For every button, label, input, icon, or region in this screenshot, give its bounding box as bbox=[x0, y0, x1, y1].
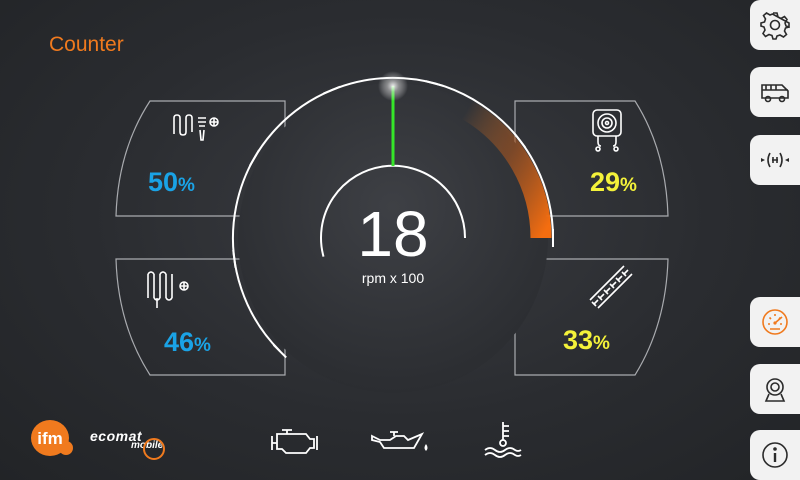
speedometer-icon bbox=[762, 309, 788, 335]
settings-button[interactable] bbox=[750, 0, 800, 50]
axle-icon bbox=[761, 152, 789, 168]
info-button[interactable] bbox=[750, 430, 800, 480]
ecomat-mobile-logo: ecomat mobile bbox=[90, 428, 170, 462]
rpm-gauge: 18 rpm x 100 bbox=[232, 71, 554, 393]
gauge-tick bbox=[425, 80, 444, 87]
gauge-needle-tip bbox=[378, 71, 408, 101]
camera-button[interactable] bbox=[750, 364, 800, 414]
camera-icon bbox=[764, 378, 786, 402]
gauge-value: 18 bbox=[357, 198, 428, 270]
coolant-temperature-icon bbox=[484, 422, 522, 458]
ifm-logo: ifm bbox=[31, 420, 73, 456]
speedometer-button[interactable] bbox=[750, 297, 800, 347]
gauge-tick bbox=[323, 85, 341, 95]
vehicle-icon bbox=[761, 84, 789, 103]
ecomat-ring bbox=[143, 438, 165, 460]
axle-button[interactable] bbox=[750, 135, 800, 185]
sidebar bbox=[750, 0, 800, 480]
svg-text:ifm: ifm bbox=[37, 429, 63, 448]
gauge-tick bbox=[232, 249, 237, 268]
oil-pressure-icon bbox=[371, 431, 428, 451]
info-icon bbox=[762, 442, 788, 468]
gauge-unit: rpm x 100 bbox=[362, 270, 424, 286]
settings-gear-icon bbox=[760, 12, 790, 40]
vehicle-button[interactable] bbox=[750, 67, 800, 117]
engine-warning-icon bbox=[271, 429, 318, 454]
